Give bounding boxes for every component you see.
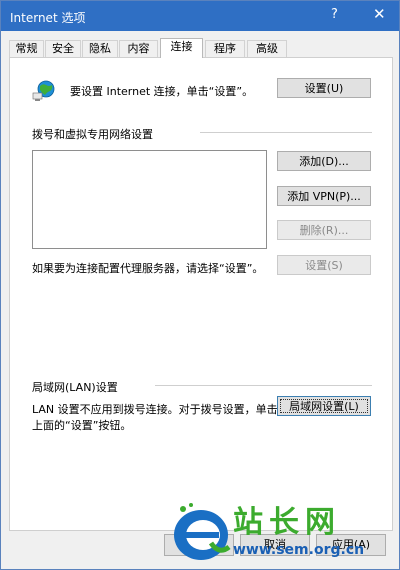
section-divider: [155, 385, 372, 386]
watermark-url-text: www.sem.org.cn: [233, 542, 365, 558]
setup-button[interactable]: 设置(U): [277, 78, 371, 98]
proxy-instruction-text: 如果要为连接配置代理服务器，请选择“设置”。: [32, 262, 264, 275]
lan-settings-button[interactable]: 局域网设置(L): [277, 396, 371, 416]
add-connection-button[interactable]: 添加(D)...: [277, 151, 371, 171]
watermark-logo: 站长网 www.sem.org.cn: [171, 497, 396, 567]
watermark-e-logo-icon: [174, 503, 231, 560]
globe-network-icon: [32, 80, 55, 101]
watermark-brand-text: 站长网: [233, 505, 341, 540]
connections-listbox[interactable]: [32, 150, 267, 249]
dialup-vpn-section-header: 拨号和虚拟专用网络设置: [32, 128, 153, 141]
add-vpn-button[interactable]: 添加 VPN(P)...: [277, 186, 371, 206]
tab-advanced[interactable]: 高级: [247, 40, 287, 57]
tab-programs[interactable]: 程序: [205, 40, 245, 57]
close-button[interactable]: ✕: [373, 5, 386, 23]
lan-section-header: 局域网(LAN)设置: [32, 381, 118, 394]
tab-security[interactable]: 安全: [45, 40, 81, 57]
tab-content[interactable]: 内容: [119, 40, 158, 57]
setup-instruction-text: 要设置 Internet 连接，单击“设置”。: [70, 85, 254, 98]
tab-privacy[interactable]: 隐私: [82, 40, 118, 57]
remove-connection-button[interactable]: 删除(R)...: [277, 220, 371, 240]
tab-general[interactable]: 常规: [9, 40, 44, 57]
title-bar[interactable]: Internet 选项 ? ✕: [1, 1, 399, 31]
section-divider: [200, 132, 372, 133]
lan-description-line2: 上面的“设置”按钮。: [32, 419, 132, 432]
help-button[interactable]: ?: [331, 7, 338, 22]
internet-options-dialog: Internet 选项 ? ✕ 常规 安全 隐私 内容 连接 程序 高级 要设置…: [0, 0, 400, 570]
tab-connections[interactable]: 连接: [160, 38, 203, 58]
lan-description-line1: LAN 设置不应用到拨号连接。对于拨号设置，单击: [32, 403, 278, 416]
connections-panel: 要设置 Internet 连接，单击“设置”。 设置(U) 拨号和虚拟专用网络设…: [9, 57, 393, 531]
window-title: Internet 选项: [10, 11, 86, 25]
connection-settings-button[interactable]: 设置(S): [277, 255, 371, 275]
